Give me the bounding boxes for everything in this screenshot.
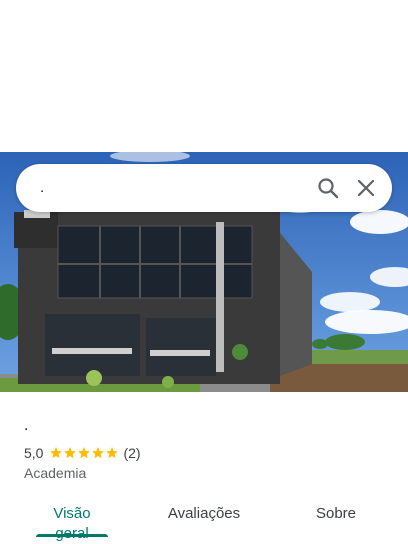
tab-reviews[interactable]: Avaliações [164, 504, 244, 524]
star-icon [64, 447, 77, 459]
tab-bar: Visão geral Avaliações Sobre [0, 496, 408, 542]
tab-about[interactable]: Sobre [310, 504, 362, 524]
star-icon [78, 447, 91, 459]
star-icon [92, 447, 105, 459]
tab-overview[interactable]: Visão geral [36, 504, 108, 544]
review-count: (2) [123, 445, 141, 461]
search-input[interactable]: . [40, 178, 280, 198]
star-rating [49, 446, 119, 460]
star-icon [50, 447, 63, 459]
active-tab-indicator [36, 534, 108, 537]
place-category: Academia [24, 465, 87, 481]
rating-value: 5,0 [24, 445, 44, 461]
star-icon [106, 447, 119, 459]
rating-row[interactable]: 5,0 (2) [24, 444, 141, 462]
search-bar[interactable]: . [16, 164, 392, 212]
place-title: . [24, 417, 29, 434]
search-icon[interactable] [316, 176, 340, 200]
close-icon[interactable] [354, 176, 378, 200]
